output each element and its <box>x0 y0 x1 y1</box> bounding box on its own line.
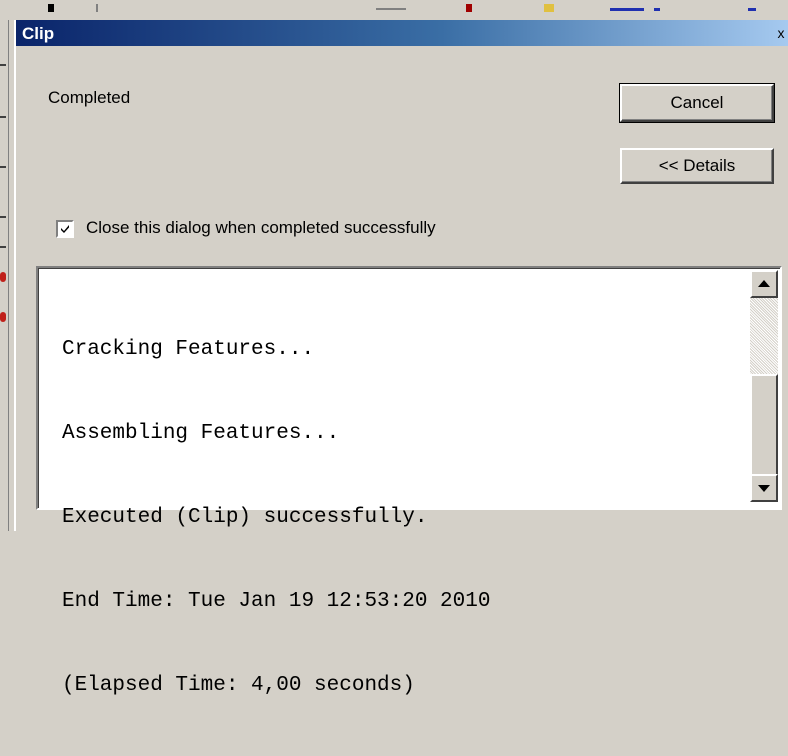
close-icon[interactable]: x <box>774 25 788 41</box>
details-button[interactable]: << Details <box>620 148 774 184</box>
clip-dialog: Clip x Completed Cancel << Details Close… <box>14 20 788 697</box>
scroll-up-button[interactable] <box>750 270 778 298</box>
log-line: Executed (Clip) successfully. <box>62 506 428 529</box>
status-text: Completed <box>48 88 131 107</box>
log-line: (Elapsed Time: 4,00 seconds) <box>62 674 415 697</box>
background-toolbar <box>0 0 788 20</box>
message-log[interactable]: Cracking Features... Assembling Features… <box>36 266 782 697</box>
title-bar[interactable]: Clip x <box>16 20 788 46</box>
arrow-up-icon <box>758 280 770 287</box>
log-line: Cracking Features... <box>62 338 315 361</box>
cancel-button[interactable]: Cancel <box>619 83 775 123</box>
background-window-edge <box>0 20 9 531</box>
vertical-scrollbar[interactable] <box>750 270 778 502</box>
check-icon <box>61 225 69 233</box>
log-lines: Cracking Features... Assembling Features… <box>62 280 490 756</box>
close-on-complete-label: Close this dialog when completed success… <box>86 218 436 237</box>
arrow-down-icon <box>758 485 770 492</box>
screen: Clip x Completed Cancel << Details Close… <box>0 0 788 697</box>
scroll-down-button[interactable] <box>750 474 778 502</box>
log-line: Assembling Features... <box>62 422 340 445</box>
scroll-thumb[interactable] <box>750 374 778 476</box>
close-on-complete-checkbox[interactable] <box>56 220 74 238</box>
log-line: End Time: Tue Jan 19 12:53:20 2010 <box>62 590 491 613</box>
dialog-title: Clip <box>22 24 55 43</box>
